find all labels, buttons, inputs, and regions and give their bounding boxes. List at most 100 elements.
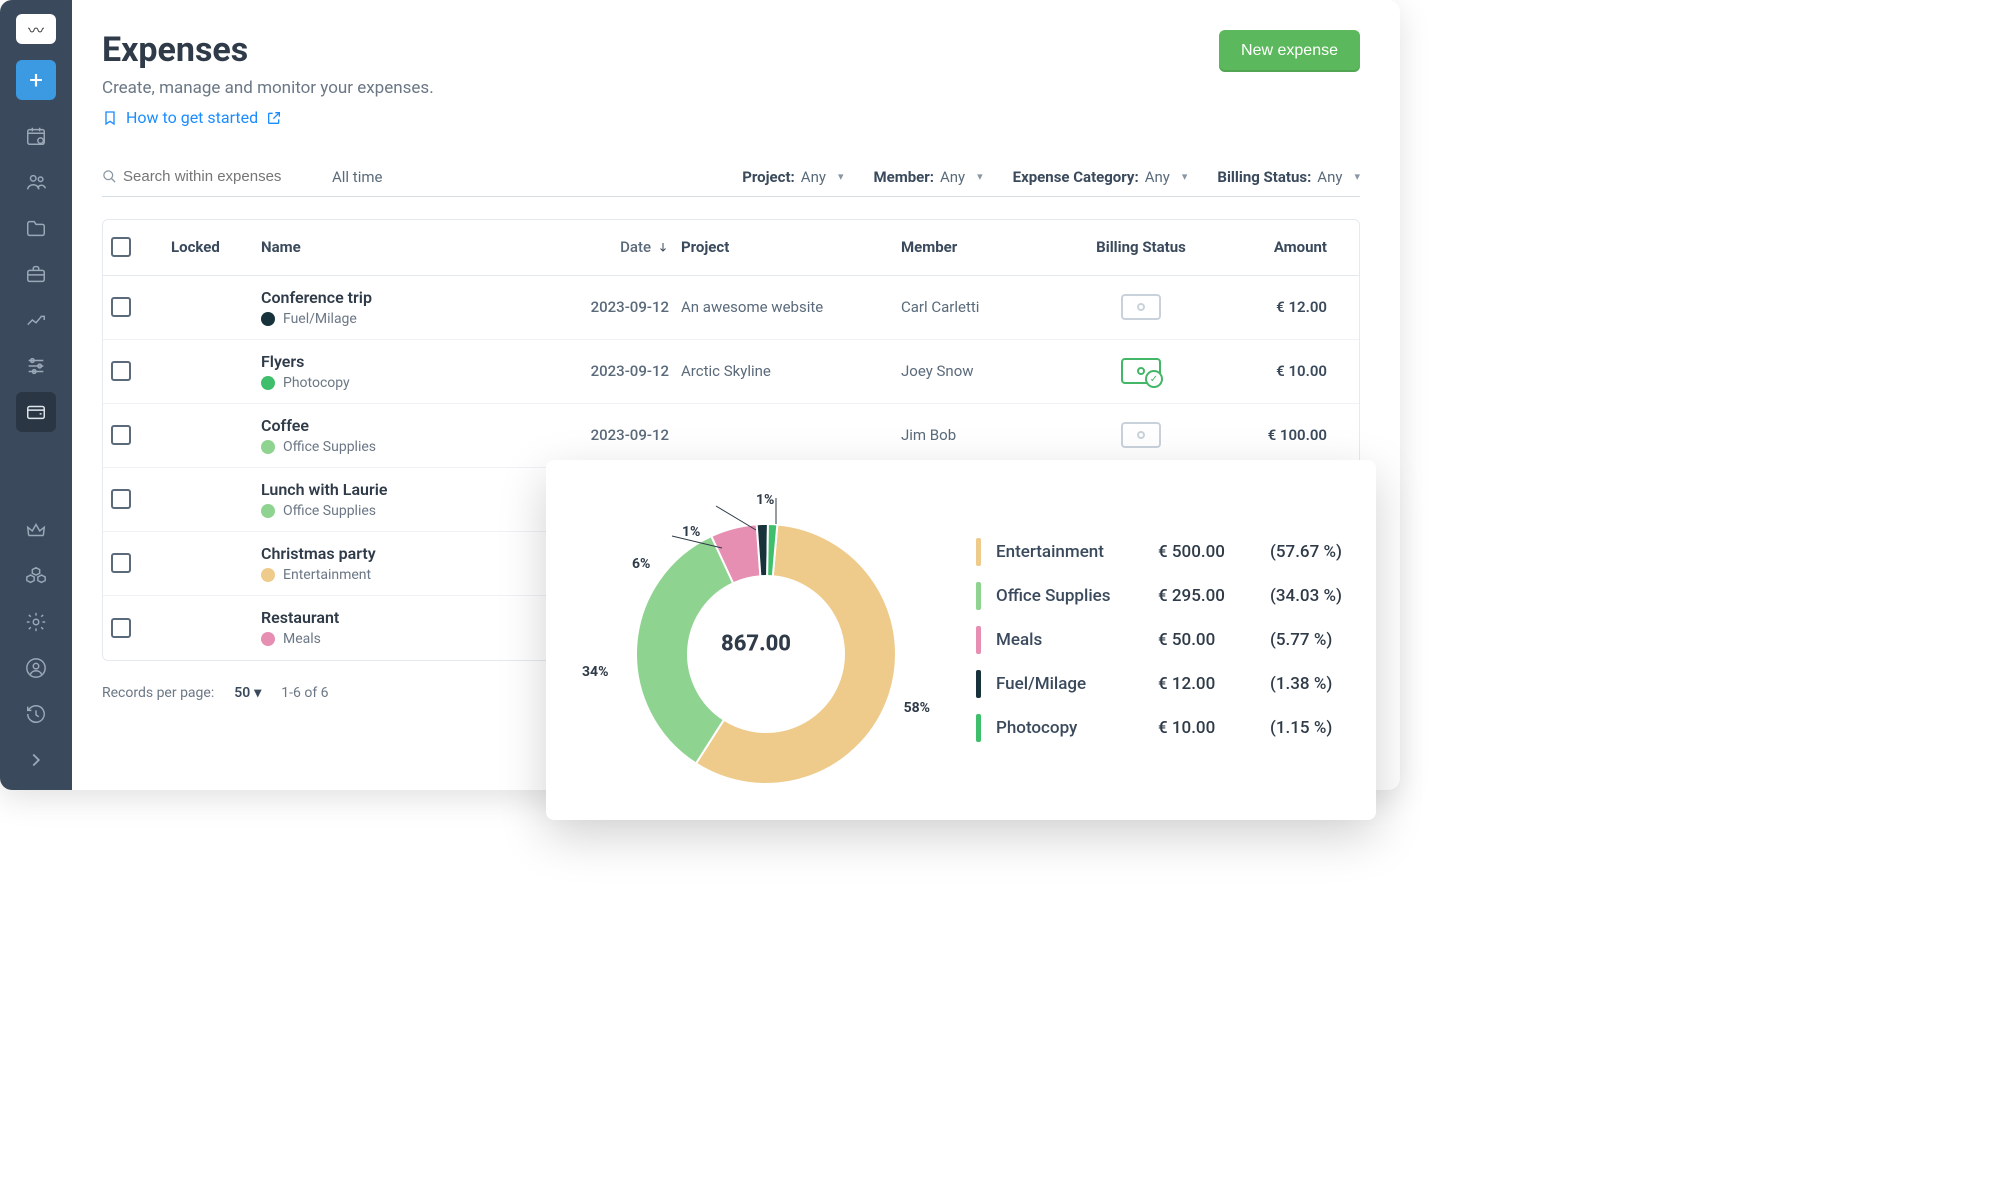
- col-amount[interactable]: Amount: [1221, 238, 1341, 256]
- sidebar-item-profile[interactable]: [16, 648, 56, 688]
- legend-row: Fuel/Milage € 12.00 (1.38 %): [976, 670, 1360, 698]
- expense-name: Flyers: [261, 352, 561, 371]
- sidebar-item-list[interactable]: [16, 346, 56, 386]
- row-checkbox[interactable]: [111, 489, 131, 509]
- expense-category: Entertainment: [283, 567, 371, 583]
- member-filter[interactable]: Member: Any ▾: [873, 158, 982, 196]
- expense-name: Conference trip: [261, 288, 561, 307]
- billing-status-unbilled-icon: [1121, 422, 1161, 448]
- col-date[interactable]: Date: [561, 238, 681, 256]
- sidebar-item-reports[interactable]: [16, 300, 56, 340]
- expense-name: Coffee: [261, 416, 561, 435]
- chart-legend: Entertainment€ 500.00(57.67 %)Office Sup…: [976, 484, 1360, 796]
- col-member[interactable]: Member: [901, 238, 1061, 256]
- category-dot-icon: [261, 632, 275, 646]
- caret-down-icon: ▾: [254, 685, 261, 701]
- legend-row: Meals€ 50.00(5.77 %): [976, 626, 1360, 654]
- legend-category-name: Entertainment: [996, 542, 1146, 562]
- col-billing[interactable]: Billing Status: [1061, 238, 1221, 256]
- table-header: Locked Name Date Project Member Billing …: [103, 220, 1359, 276]
- wallet-icon: [25, 401, 47, 423]
- sidebar-expand[interactable]: [16, 740, 56, 780]
- donut-chart: 867.00 58% 34% 6% 1% 1%: [576, 484, 936, 804]
- chart-slice-label: 6%: [632, 556, 650, 572]
- sidebar-item-projects[interactable]: [16, 208, 56, 248]
- legend-color-bar: [976, 582, 981, 610]
- new-expense-button[interactable]: New expense: [1219, 30, 1360, 72]
- billing-status-unbilled-icon: [1121, 294, 1161, 320]
- expense-member: Joey Snow: [901, 362, 1061, 380]
- donut-slice: [636, 536, 733, 763]
- sidebar-item-premium[interactable]: [16, 510, 56, 550]
- sort-down-icon: [657, 241, 669, 253]
- col-locked[interactable]: Locked: [171, 238, 261, 256]
- caret-down-icon: ▾: [838, 170, 844, 183]
- sidebar-item-history[interactable]: [16, 694, 56, 734]
- expense-amount: € 100.00: [1221, 426, 1341, 444]
- sidebar-item-expenses[interactable]: [16, 392, 56, 432]
- search-input[interactable]: [123, 168, 283, 185]
- expense-member: Carl Carletti: [901, 298, 1061, 316]
- legend-amount: € 50.00: [1158, 630, 1258, 650]
- project-filter[interactable]: Project: Any ▾: [742, 158, 843, 196]
- row-checkbox[interactable]: [111, 553, 131, 573]
- row-checkbox[interactable]: [111, 425, 131, 445]
- legend-percent: (1.38 %): [1270, 674, 1360, 694]
- add-button[interactable]: +: [16, 60, 56, 100]
- external-link-icon: [266, 110, 282, 126]
- row-checkbox[interactable]: [111, 361, 131, 381]
- records-range: 1-6 of 6: [281, 685, 328, 701]
- expense-project: Arctic Skyline: [681, 362, 901, 380]
- time-filter[interactable]: All time: [332, 158, 382, 196]
- legend-color-bar: [976, 670, 981, 698]
- legend-color-bar: [976, 626, 981, 654]
- bookmark-icon: [102, 110, 118, 126]
- expense-category: Office Supplies: [283, 439, 376, 455]
- help-link[interactable]: How to get started: [102, 108, 282, 127]
- expense-date: 2023-09-12: [561, 426, 681, 444]
- chart-slice-label: 58%: [904, 700, 930, 716]
- row-checkbox[interactable]: [111, 297, 131, 317]
- category-filter[interactable]: Expense Category: Any ▾: [1013, 158, 1188, 196]
- legend-amount: € 500.00: [1158, 542, 1258, 562]
- legend-category-name: Fuel/Milage: [996, 674, 1146, 694]
- category-dot-icon: [261, 440, 275, 454]
- legend-category-name: Office Supplies: [996, 586, 1146, 606]
- legend-category-name: Photocopy: [996, 718, 1146, 738]
- expense-category: Meals: [283, 631, 321, 647]
- records-per-page-label: Records per page:: [102, 685, 214, 701]
- sidebar-item-briefcase[interactable]: [16, 254, 56, 294]
- row-checkbox[interactable]: [111, 618, 131, 638]
- category-dot-icon: [261, 376, 275, 390]
- filters-bar: All time Project: Any ▾ Member: Any ▾ Ex…: [102, 158, 1360, 197]
- expense-category: Fuel/Milage: [283, 311, 357, 327]
- table-row[interactable]: CoffeeOffice Supplies2023-09-12Jim Bob€ …: [103, 404, 1359, 468]
- billing-status-billed-icon: [1121, 358, 1161, 384]
- app-window: 〰 + Expenses Create, manage and monitor …: [0, 0, 1400, 790]
- table-row[interactable]: Conference tripFuel/Milage2023-09-12An a…: [103, 276, 1359, 340]
- legend-amount: € 10.00: [1158, 718, 1258, 738]
- records-per-page-select[interactable]: 50 ▾: [234, 685, 261, 701]
- sidebar-item-apps[interactable]: [16, 556, 56, 596]
- caret-down-icon: ▾: [1354, 170, 1360, 183]
- legend-percent: (1.15 %): [1270, 718, 1360, 738]
- sliders-icon: [25, 355, 47, 377]
- sidebar-item-settings[interactable]: [16, 602, 56, 642]
- crown-icon: [25, 519, 47, 541]
- legend-row: Photocopy € 10.00 (1.15 %): [976, 714, 1360, 742]
- sidebar-item-team[interactable]: [16, 162, 56, 202]
- sidebar-item-calendar[interactable]: [16, 116, 56, 156]
- search-filter[interactable]: [102, 158, 302, 195]
- calendar-icon: [25, 125, 47, 147]
- page-title: Expenses: [102, 30, 434, 70]
- select-all-checkbox[interactable]: [111, 237, 131, 257]
- history-icon: [25, 703, 47, 725]
- col-name[interactable]: Name: [261, 238, 561, 256]
- legend-color-bar: [976, 538, 981, 566]
- col-project[interactable]: Project: [681, 238, 901, 256]
- user-icon: [25, 657, 47, 679]
- category-dot-icon: [261, 568, 275, 582]
- legend-amount: € 12.00: [1158, 674, 1258, 694]
- table-row[interactable]: FlyersPhotocopy2023-09-12Arctic SkylineJ…: [103, 340, 1359, 404]
- billing-filter[interactable]: Billing Status: Any ▾: [1217, 158, 1360, 196]
